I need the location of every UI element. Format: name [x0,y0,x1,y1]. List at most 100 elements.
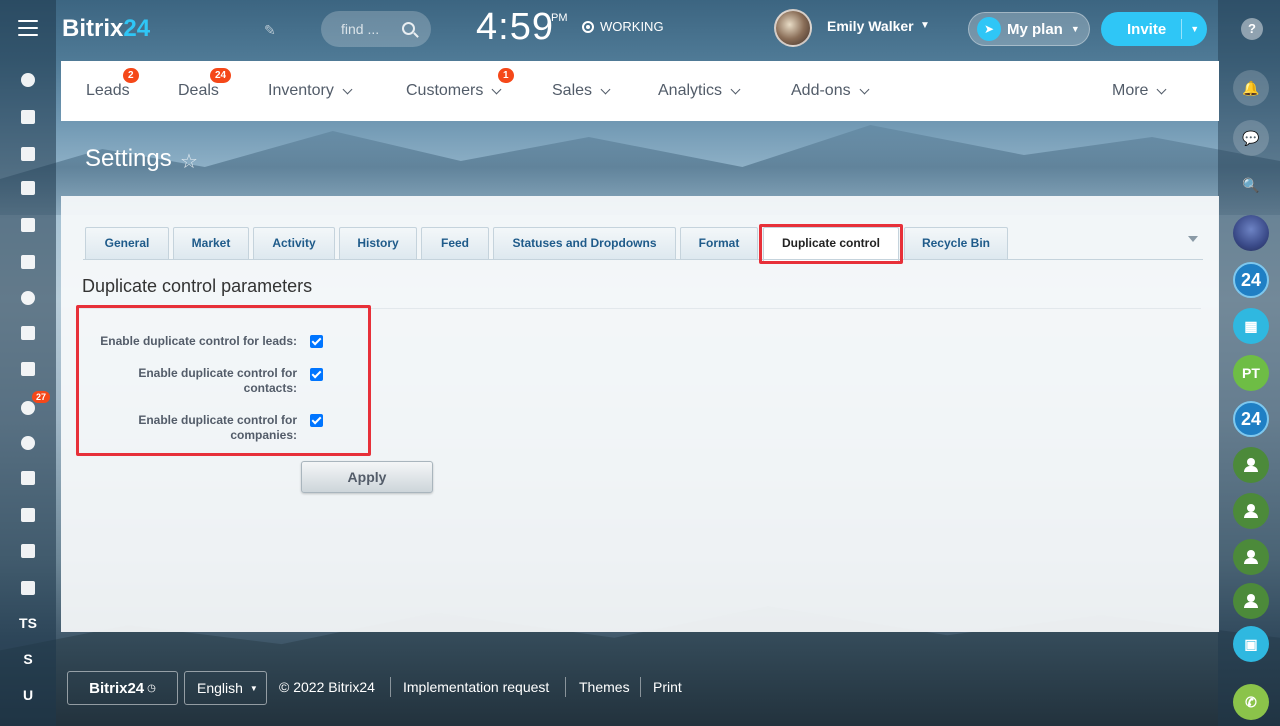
chevron-down-icon [1157,84,1167,94]
tab-feed[interactable]: Feed [421,227,489,260]
calendar-chat-icon[interactable]: ▦ [1233,308,1269,344]
user-name[interactable]: Emily Walker [827,18,914,34]
catalog-box-icon[interactable] [17,577,39,599]
tab-market[interactable]: Market [173,227,249,260]
page-title: Settings [85,145,172,172]
drive-icon[interactable] [17,251,39,273]
my-plan-button[interactable]: ➤ My plan ▼ [968,12,1090,46]
logo[interactable]: Bitrix24 [62,15,150,43]
nav-label: Inventory [268,82,334,99]
apply-button[interactable]: Apply [301,461,433,493]
tasks-icon[interactable] [17,358,39,380]
nav-item-sales[interactable]: Sales [552,82,611,100]
employees-icon[interactable] [17,287,39,309]
tabs-divider [83,259,1203,260]
crm-counter-badge: 27 [32,391,51,403]
calendar-icon[interactable] [17,177,39,199]
customers-counter-badge: 1 [498,68,514,83]
inventory-box-icon[interactable] [17,540,39,562]
tab-history[interactable]: History [339,227,417,260]
group-photo-avatar[interactable] [1233,215,1269,251]
documents-icon[interactable] [17,214,39,236]
footer-brand-button[interactable]: Bitrix24 ◷ [67,671,178,705]
chevron-down-icon [600,84,611,94]
help-icon[interactable]: ? [1241,18,1263,40]
nav-item-leads[interactable]: Leads [86,82,130,100]
nav-item-add-ons[interactable]: Add-ons [791,82,870,100]
tab-statuses-and-dropdowns[interactable]: Statuses and Dropdowns [493,227,676,260]
menu-hamburger-icon[interactable] [18,20,38,36]
footer-separator [640,677,641,697]
contact-avatar-pt[interactable]: PT [1233,355,1269,391]
logo-main: Bitrix [62,15,124,42]
nav-label: Sales [552,82,593,99]
nav-label: Deals [178,82,219,99]
chevron-down-icon [859,84,870,94]
footer-link-implementation-request[interactable]: Implementation request [403,679,549,695]
deals-counter-badge: 24 [210,68,232,83]
chevron-down-icon: ▼ [1070,24,1080,34]
nav-item-more[interactable]: More [1112,82,1167,100]
footer-link-print[interactable]: Print [653,679,682,695]
work-status[interactable]: WORKING [582,19,664,34]
invite-button[interactable]: Invite ▼ [1101,12,1207,46]
work-status-icon [582,20,594,33]
mail-icon[interactable] [17,322,39,344]
leads-counter-badge: 2 [123,68,139,83]
news-feed-icon[interactable] [17,106,39,128]
contact-card-icon[interactable] [17,504,39,526]
user-menu-caret-icon[interactable]: ▼ [920,20,930,31]
marketing-target-icon[interactable] [17,432,39,454]
chevron-down-icon[interactable]: ▼ [1190,24,1199,34]
chevron-down-icon [342,84,353,94]
bitrix24-support-icon[interactable]: 24 [1233,401,1269,437]
nav-item-inventory[interactable]: Inventory [268,82,353,100]
user-avatar[interactable] [774,9,812,47]
messages-icon[interactable]: 💬 [1233,120,1269,156]
sites-icon[interactable] [17,69,39,91]
group-chat-avatar[interactable] [1233,539,1269,575]
clock-icon: ◷ [147,682,156,694]
nav-item-customers[interactable]: Customers [406,82,502,100]
group-chat-avatar[interactable] [1233,447,1269,483]
rocket-icon: ➤ [977,17,1001,41]
pencil-icon[interactable]: ✎ [264,22,276,39]
chat-icon[interactable] [17,143,39,165]
search-icon[interactable]: 🔍 [1233,167,1269,203]
nav-label: Add-ons [791,82,851,99]
invite-separator [1181,19,1183,39]
tab-general[interactable]: General [85,227,169,260]
footer-brand-label: Bitrix24 [89,679,145,697]
shop-cart-icon[interactable] [17,467,39,489]
language-select[interactable]: English ▼ [184,671,267,705]
search-input[interactable]: find ... [321,11,431,47]
footer-link-themes[interactable]: Themes [579,679,630,695]
notifications-bell-icon[interactable]: 🔔 [1233,70,1269,106]
nav-label: Leads [86,82,130,99]
work-status-label: WORKING [600,19,664,34]
group-chat-avatar[interactable] [1233,583,1269,619]
open-channel-icon[interactable]: ▣ [1233,626,1269,662]
sidebar-item-ts[interactable]: TS [0,615,56,631]
bitrix24-chat-icon[interactable]: 24 [1233,262,1269,298]
clock-time[interactable]: 4:59 [476,6,554,49]
group-chat-avatar[interactable] [1233,493,1269,529]
duplicate-control-tab-highlight [759,224,903,264]
invite-label: Invite [1127,20,1167,38]
nav-item-deals[interactable]: Deals [178,82,219,100]
footer-copyright: © 2022 Bitrix24 [279,679,375,695]
nav-item-analytics[interactable]: Analytics [658,82,741,100]
tab-format[interactable]: Format [680,227,758,260]
star-icon[interactable]: ☆ [180,149,198,174]
my-plan-label: My plan [1007,20,1063,38]
tab-recycle-bin[interactable]: Recycle Bin [904,227,1008,260]
sidebar-item-u[interactable]: U [0,687,56,703]
sidebar-item-s[interactable]: S [0,651,56,667]
language-label: English [197,680,243,696]
tabs-more-caret-icon[interactable] [1188,236,1198,242]
chevron-down-icon [730,84,741,94]
chevron-down-icon [491,84,502,94]
phone-call-icon[interactable]: ✆ [1233,684,1269,720]
tab-activity[interactable]: Activity [253,227,335,260]
chevron-down-icon: ▼ [249,683,258,693]
